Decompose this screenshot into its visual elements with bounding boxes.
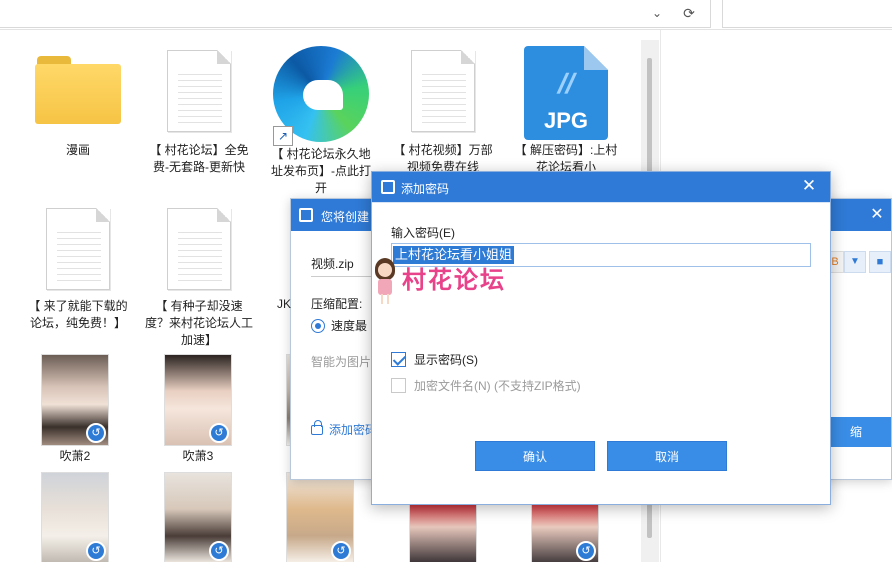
address-bar-area: ⌄ ⟳: [0, 0, 892, 30]
folder-browse-icon[interactable]: ■: [869, 251, 891, 273]
password-dialog-titlebar: 添加密码 ✕: [372, 172, 830, 202]
video-thumbnail: ↺: [164, 354, 232, 446]
forum-watermark: 村花论坛: [372, 256, 532, 308]
password-dialog-body: 输入密码(E) 上村花论坛看小姐姐 显示密码(S) 加密文件名(N) (不支持Z…: [372, 202, 830, 504]
media-badge-icon: ↺: [86, 423, 106, 443]
archive-app-icon: [299, 208, 313, 222]
file-item[interactable]: 【 村花视频】万部视频免费在线: [385, 50, 501, 176]
document-icon: [411, 50, 475, 132]
cancel-button[interactable]: 取消: [607, 441, 727, 471]
folder-icon: [35, 56, 121, 126]
media-badge-icon: ↺: [209, 423, 229, 443]
smart-image-option: 智能为图片: [311, 355, 372, 369]
file-item[interactable]: ↺: [17, 472, 133, 562]
chevron-down-icon[interactable]: ⌄: [647, 3, 667, 23]
video-thumbnail: ↺: [164, 472, 232, 562]
shortcut-arrow-icon: ↗: [273, 126, 293, 146]
compress-button[interactable]: 缩: [821, 417, 891, 447]
image-glyph-icon: //: [554, 68, 579, 99]
document-icon: [46, 208, 110, 290]
document-icon: [167, 50, 231, 132]
file-item[interactable]: ↺: [140, 472, 256, 562]
speed-option-label: 速度最: [331, 319, 368, 333]
password-input-label: 输入密码(E): [391, 226, 455, 240]
jpg-file-icon: // JPG: [524, 46, 608, 140]
checkbox-checked-icon: [391, 352, 406, 367]
close-icon[interactable]: ✕: [798, 176, 820, 196]
close-icon[interactable]: ✕: [867, 204, 887, 224]
document-icon: [167, 208, 231, 290]
video-thumbnail: ↺: [41, 354, 109, 446]
refresh-icon[interactable]: ⟳: [679, 3, 699, 23]
encrypt-filename-label: 加密文件名(N) (不支持ZIP格式): [414, 379, 581, 393]
add-password-label: 添加密码: [329, 423, 378, 437]
compress-config-label: 压缩配置:: [311, 297, 363, 311]
file-item[interactable]: 漫画: [20, 40, 136, 159]
search-input[interactable]: [722, 0, 892, 28]
show-password-label: 显示密码(S): [414, 353, 478, 367]
file-item[interactable]: ↗ 【 村花论坛永久地址发布页】-点此打开: [263, 42, 379, 197]
file-label: 【 来了就能下载的论坛，纯免费！】: [28, 299, 128, 330]
media-badge-icon: ↺: [86, 541, 106, 561]
file-label: 【 有种子却没速度？来村花论坛人工加速】: [145, 299, 254, 347]
speed-radio[interactable]: 速度最: [311, 317, 367, 334]
file-label: 漫画: [65, 143, 90, 157]
cartoon-girl-icon: [372, 256, 398, 306]
address-input[interactable]: ⌄ ⟳: [0, 0, 711, 28]
file-item[interactable]: 【 来了就能下载的论坛，纯免费！】: [20, 208, 136, 332]
partial-file-label: JK: [277, 297, 292, 311]
media-badge-icon: ↺: [209, 541, 229, 561]
confirm-button[interactable]: 确认: [475, 441, 595, 471]
checkbox-unchecked-icon: [391, 378, 406, 393]
file-label: 【 村花论坛】全免费-无套路-更新快: [149, 143, 249, 174]
file-item[interactable]: ↺ 吹萧3: [140, 354, 256, 465]
file-extension: JPG: [543, 108, 589, 133]
file-item[interactable]: ↺ 吹萧2: [17, 354, 133, 465]
encrypt-filename-checkbox[interactable]: 加密文件名(N) (不支持ZIP格式): [391, 377, 581, 394]
show-password-checkbox[interactable]: 显示密码(S): [391, 351, 478, 368]
password-dialog-title: 添加密码: [401, 182, 450, 196]
lock-icon: [311, 420, 323, 435]
file-label: 【 村花论坛永久地址发布页】-点此打开: [271, 147, 371, 195]
file-label: 吹萧3: [182, 449, 214, 463]
file-item[interactable]: 【 村花论坛】全免费-无套路-更新快: [141, 50, 257, 176]
media-badge-icon: ↺: [331, 541, 351, 561]
watermark-text: 村花论坛: [402, 266, 506, 294]
archive-filename-field[interactable]: 视频.zip: [311, 251, 371, 277]
file-label: 吹萧2: [59, 449, 91, 463]
video-thumbnail: ↺: [286, 472, 354, 562]
add-password-link[interactable]: 添加密码: [311, 420, 378, 438]
compress-dialog-title: 您将创建: [321, 210, 370, 224]
file-item[interactable]: // JPG 【 解压密码】:上村花论坛看小: [508, 44, 624, 176]
edge-browser-icon: ↗: [273, 46, 369, 146]
format-dropdown-icon[interactable]: ▼: [844, 251, 866, 273]
password-dialog: 添加密码 ✕ 输入密码(E) 上村花论坛看小姐姐 显示密码(S) 加密文件名(N…: [371, 171, 831, 505]
archive-app-icon: [381, 180, 395, 194]
media-badge-icon: ↺: [576, 541, 596, 561]
file-item[interactable]: 【 有种子却没速度？来村花论坛人工加速】: [141, 208, 257, 349]
file-item[interactable]: ↺: [262, 472, 378, 562]
radio-selected-icon: [311, 319, 325, 333]
video-thumbnail: ↺: [41, 472, 109, 562]
